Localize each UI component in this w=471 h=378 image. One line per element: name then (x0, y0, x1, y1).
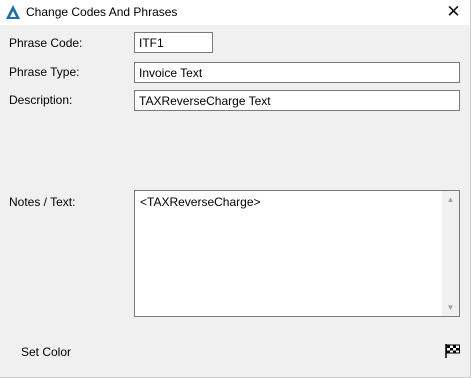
close-button[interactable]: ✕ (437, 0, 470, 24)
dialog-body: Phrase Code: Phrase Type: Description: N… (0, 25, 470, 377)
title-bar[interactable]: Change Codes And Phrases ✕ (0, 0, 470, 25)
notes-text: <TAXReverseCharge> (140, 195, 261, 209)
phrase-code-label: Phrase Code: (9, 36, 83, 50)
notes-textarea[interactable]: <TAXReverseCharge> ▲ ▼ (134, 190, 460, 317)
window-title: Change Codes And Phrases (26, 5, 178, 19)
scroll-up-arrow-icon[interactable]: ▲ (442, 191, 459, 208)
notes-scrollbar[interactable]: ▲ ▼ (442, 191, 459, 316)
change-codes-dialog: Change Codes And Phrases ✕ Phrase Code: … (0, 0, 471, 378)
set-color-button[interactable]: Set Color (21, 345, 71, 359)
phrase-type-label: Phrase Type: (9, 65, 80, 79)
phrase-type-field[interactable] (134, 62, 460, 83)
checkered-flag-icon[interactable] (444, 343, 462, 359)
description-label: Description: (9, 93, 73, 107)
scroll-down-arrow-icon[interactable]: ▼ (442, 299, 459, 316)
app-logo-icon (6, 5, 20, 19)
phrase-code-field[interactable] (134, 32, 213, 53)
description-field[interactable] (134, 90, 460, 111)
notes-label: Notes / Text: (9, 195, 76, 209)
